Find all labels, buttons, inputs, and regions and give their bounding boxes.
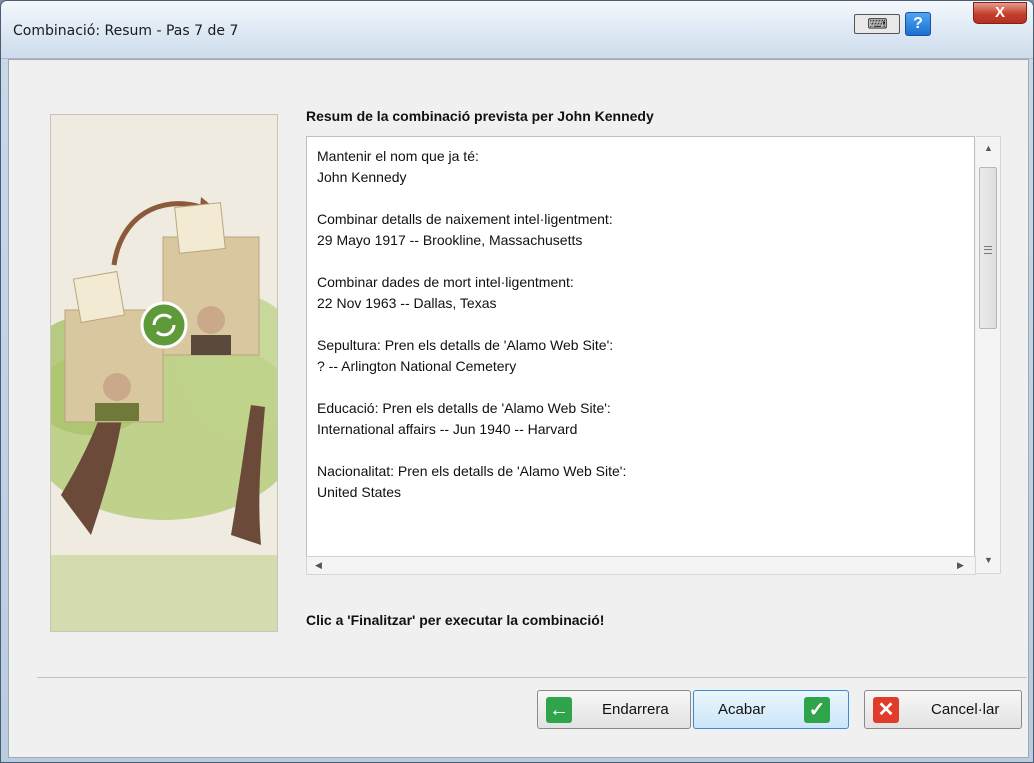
dialog-content: Resum de la combinació prevista per John… — [8, 59, 1029, 758]
window-title: Combinació: Resum - Pas 7 de 7 — [13, 23, 239, 39]
horizontal-scrollbar[interactable]: ◀ ▶ — [306, 556, 976, 575]
back-button[interactable]: ← Endarrera — [537, 690, 691, 729]
summary-label: Nacionalitat: Pren els detalls de 'Alamo… — [317, 463, 627, 479]
scroll-down-arrow-icon[interactable]: ▼ — [984, 555, 993, 565]
divider — [37, 677, 1027, 678]
summary-item: Nacionalitat: Pren els detalls de 'Alamo… — [317, 461, 626, 503]
title-bar[interactable]: Combinació: Resum - Pas 7 de 7 ⌨ ? X — [1, 1, 1033, 59]
summary-label: Educació: Pren els detalls de 'Alamo Web… — [317, 400, 611, 416]
back-button-label: Endarrera — [602, 701, 669, 718]
summary-value: 22 Nov 1963 -- Dallas, Texas — [317, 295, 497, 311]
help-button[interactable]: ? — [905, 12, 931, 36]
summary-value: United States — [317, 484, 402, 500]
scrollbar-thumb[interactable] — [979, 167, 997, 329]
scroll-up-arrow-icon[interactable]: ▲ — [984, 143, 993, 153]
cancel-button[interactable]: ✕ Cancel·lar — [864, 690, 1022, 729]
cancel-x-icon: ✕ — [873, 697, 899, 723]
summary-label: Sepultura: Pren els detalls de 'Alamo We… — [317, 337, 614, 353]
merge-illustration — [50, 114, 278, 632]
cancel-button-label: Cancel·lar — [931, 701, 1000, 718]
summary-value: International affairs -- Jun 1940 -- Har… — [317, 421, 578, 437]
summary-item: Combinar detalls de naixement intel·lige… — [317, 209, 626, 251]
summary-item: Combinar dades de mort intel·ligentment:… — [317, 272, 626, 314]
scroll-left-arrow-icon[interactable]: ◀ — [315, 560, 322, 571]
grip-icon — [984, 246, 992, 254]
scroll-right-arrow-icon[interactable]: ▶ — [957, 560, 964, 571]
close-button[interactable]: X — [973, 2, 1027, 24]
summary-value: John Kennedy — [317, 169, 407, 185]
summary-value: ? -- Arlington National Cemetery — [317, 358, 517, 374]
finish-instruction: Clic a 'Finalitzar' per executar la comb… — [306, 612, 605, 628]
merge-dialog: Combinació: Resum - Pas 7 de 7 ⌨ ? X Res… — [0, 0, 1034, 763]
summary-item: Mantenir el nom que ja té: John Kennedy — [317, 146, 626, 188]
keyboard-icon[interactable]: ⌨ — [854, 14, 900, 34]
finish-button[interactable]: Acabar ✓ — [693, 690, 849, 729]
summary-item: Sepultura: Pren els detalls de 'Alamo We… — [317, 335, 626, 377]
finish-button-label: Acabar — [718, 701, 766, 718]
summary-text: Mantenir el nom que ja té: John Kennedy … — [317, 146, 626, 524]
summary-heading: Resum de la combinació prevista per John… — [306, 108, 654, 124]
summary-label: Combinar detalls de naixement intel·lige… — [317, 211, 613, 227]
back-arrow-icon: ← — [546, 697, 572, 723]
summary-label: Mantenir el nom que ja té: — [317, 148, 479, 164]
vertical-scrollbar[interactable]: ▲ ▼ — [976, 136, 1001, 574]
checkmark-icon: ✓ — [804, 697, 830, 723]
summary-box[interactable]: Mantenir el nom que ja té: John Kennedy … — [306, 136, 975, 574]
summary-item: Educació: Pren els detalls de 'Alamo Web… — [317, 398, 626, 440]
summary-label: Combinar dades de mort intel·ligentment: — [317, 274, 574, 290]
summary-value: 29 Mayo 1917 -- Brookline, Massachusetts — [317, 232, 583, 248]
